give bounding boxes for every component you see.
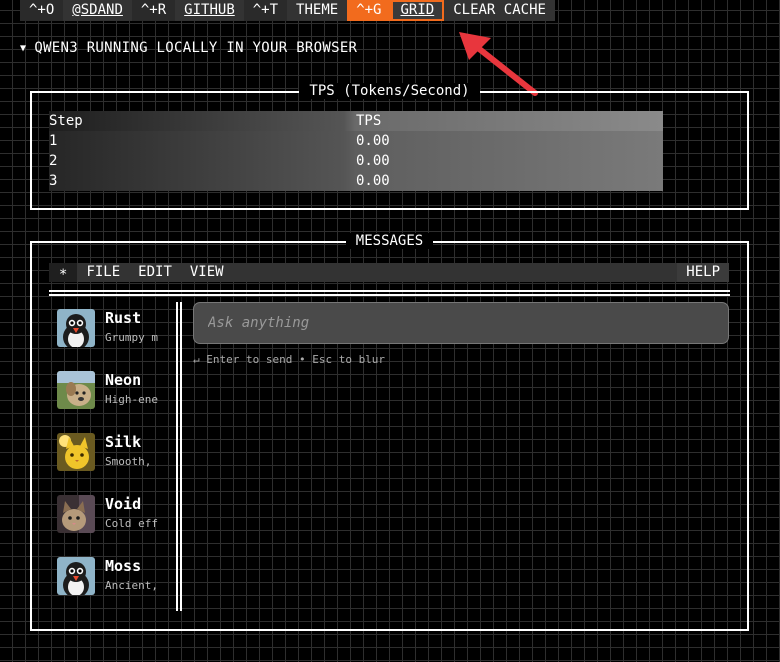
persona-name: Neon — [105, 371, 142, 389]
shortcut-ctrl-o: ^+O — [20, 0, 64, 21]
persona-description: Smooth, — [105, 455, 152, 468]
grid-toggle-button[interactable]: GRID — [390, 0, 445, 21]
penguin-avatar-icon — [57, 557, 95, 595]
page-title[interactable]: ▼ QWEN3 RUNNING LOCALLY IN YOUR BROWSER — [20, 40, 357, 56]
tps-panel: TPS (Tokens/Second) Step TPS 1 0.00 2 0.… — [30, 83, 749, 210]
vertical-divider — [176, 302, 182, 611]
column-header-step: Step — [49, 113, 83, 129]
input-hint: ↵ Enter to send • Esc to blur — [193, 353, 386, 366]
page-title-text: QWEN3 RUNNING LOCALLY IN YOUR BROWSER — [34, 40, 358, 56]
persona-item-silk[interactable]: Silk Smooth, — [57, 424, 177, 486]
star-menu-button[interactable]: ∗ — [49, 263, 78, 282]
step-cell: 3 — [49, 173, 58, 189]
messages-panel: MESSAGES ∗ FILE EDIT VIEW HELP Rust Grum… — [30, 233, 749, 631]
persona-name: Void — [105, 495, 142, 513]
double-divider — [49, 290, 730, 296]
column-header-tps: TPS — [356, 113, 382, 129]
tps-cell: 0.00 — [356, 133, 390, 149]
persona-name: Rust — [105, 309, 142, 327]
persona-item-neon[interactable]: Neon High-ene — [57, 362, 177, 424]
persona-name: Silk — [105, 433, 142, 451]
file-menu[interactable]: FILE — [77, 263, 129, 282]
author-link[interactable]: @SDAND — [63, 0, 132, 21]
cat-avatar-icon — [57, 433, 95, 471]
shortcut-ctrl-g: ^+G — [347, 0, 391, 21]
persona-description: Grumpy m — [105, 331, 158, 344]
tps-panel-title: TPS (Tokens/Second) — [299, 83, 480, 99]
view-menu[interactable]: VIEW — [181, 263, 233, 282]
persona-item-moss[interactable]: Moss Ancient, — [57, 548, 177, 610]
persona-item-rust[interactable]: Rust Grumpy m — [57, 300, 177, 362]
cat-avatar-icon — [57, 495, 95, 533]
github-link[interactable]: GITHUB — [175, 0, 244, 21]
shortcut-ctrl-r: ^+R — [131, 0, 176, 21]
step-cell: 2 — [49, 153, 58, 169]
persona-description: Cold eff — [105, 517, 158, 530]
persona-description: High-ene — [105, 393, 158, 406]
persona-name: Moss — [105, 557, 142, 575]
table-row: 1 0.00 — [49, 131, 663, 151]
top-command-bar: ^+O @SDAND ^+R GITHUB ^+T THEME ^+G GRID… — [20, 0, 555, 21]
clear-cache-button[interactable]: CLEAR CACHE — [444, 0, 555, 21]
step-cell: 1 — [49, 133, 58, 149]
persona-list: Rust Grumpy m Neon High-ene Silk Smooth,… — [57, 300, 177, 610]
menu-bar: ∗ FILE EDIT VIEW HELP — [49, 263, 729, 282]
persona-item-void[interactable]: Void Cold eff — [57, 486, 177, 548]
messages-panel-title: MESSAGES — [345, 233, 434, 249]
table-header-row: Step TPS — [49, 111, 663, 131]
dog-avatar-icon — [57, 371, 95, 409]
tps-cell: 0.00 — [356, 173, 390, 189]
tps-table: Step TPS 1 0.00 2 0.00 3 0.00 — [49, 111, 663, 191]
persona-description: Ancient, — [105, 579, 158, 592]
help-menu[interactable]: HELP — [677, 263, 729, 282]
theme-button[interactable]: THEME — [287, 0, 348, 21]
table-row: 2 0.00 — [49, 151, 663, 171]
table-row: 3 0.00 — [49, 171, 663, 191]
collapse-triangle-icon[interactable]: ▼ — [20, 43, 26, 54]
shortcut-ctrl-t: ^+T — [243, 0, 288, 21]
message-input[interactable] — [193, 302, 729, 344]
tps-cell: 0.00 — [356, 153, 390, 169]
penguin-avatar-icon — [57, 309, 95, 347]
edit-menu[interactable]: EDIT — [129, 263, 181, 282]
